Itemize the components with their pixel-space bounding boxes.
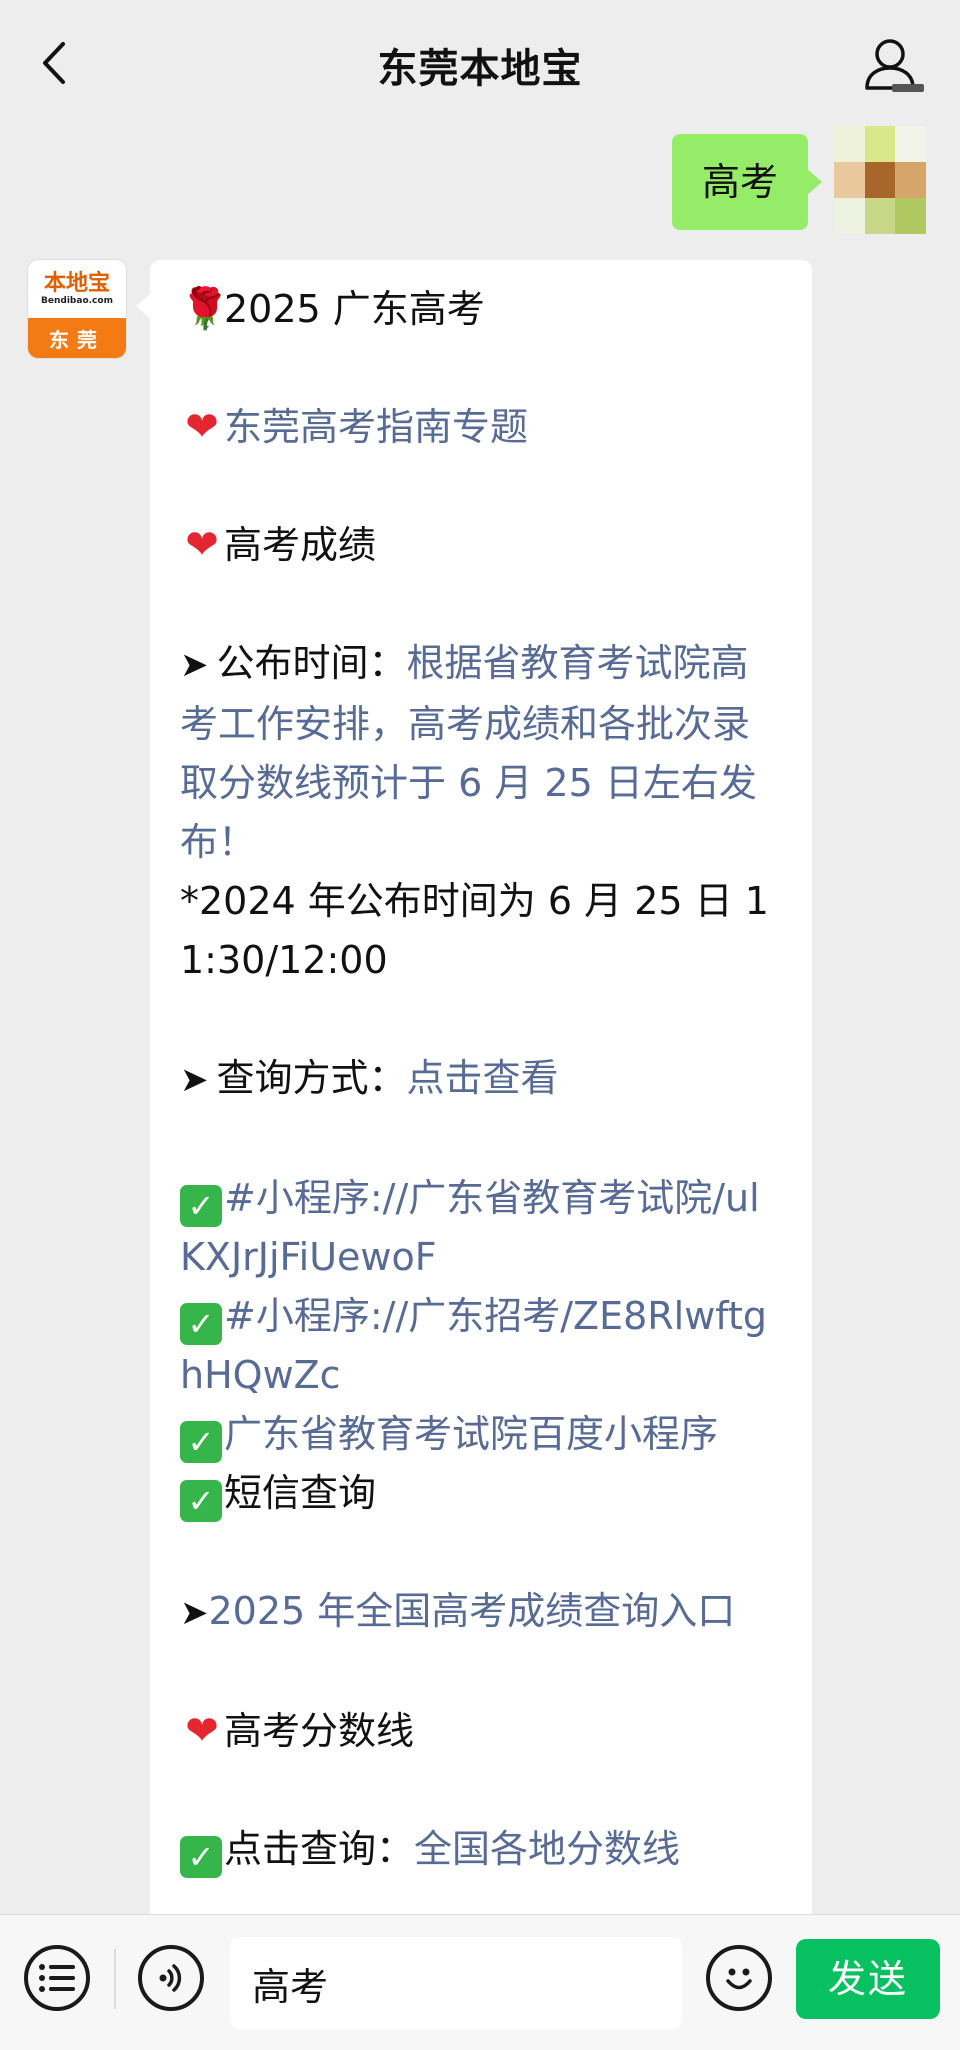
message-title: 2025 广东高考 — [224, 287, 485, 331]
arrow-icon: ➤ — [180, 1593, 209, 1633]
query-label: 查询方式： — [216, 1056, 407, 1100]
guide-link[interactable]: 东莞高考指南专题 — [224, 405, 528, 449]
query-method-line: ➤ 查询方式：点击查看 — [180, 1049, 782, 1110]
cutoff-query-line: ✓ 点击查询：全国各地分数线 — [180, 1820, 782, 1879]
check-icon: ✓ — [180, 1480, 222, 1522]
chat-area[interactable]: 高考 本地宝 Bendibao.com 东莞 🌹2025 广东高考 ❤ 东莞高考指… — [0, 126, 960, 1914]
check-icon: ✓ — [180, 1303, 222, 1345]
national-query-line: ➤2025 年全国高考成绩查询入口 — [180, 1582, 782, 1643]
guide-line: ❤ 东莞高考指南专题 — [180, 398, 782, 457]
mini-program-line-2: ✓ #小程序://广东招考/ZE8RlwftghHQwZc — [180, 1287, 782, 1405]
logo-city-label: 东莞 — [28, 318, 126, 358]
mini-program-line-1: ✓ #小程序://广东省教育考试院/ulKXJrJjFiUewoF — [180, 1169, 782, 1287]
arrow-icon: ➤ — [180, 645, 209, 685]
check-icon: ✓ — [180, 1185, 222, 1227]
bot-avatar[interactable]: 本地宝 Bendibao.com 东莞 — [28, 260, 126, 358]
heart-icon: ❤ — [185, 522, 219, 568]
mini-program-link-2[interactable]: #小程序://广东招考/ZE8RlwftghHQwZc — [180, 1294, 767, 1397]
publish-note: *2024 年公布时间为 6 月 25 日 11:30/12:00 — [180, 879, 769, 982]
sms-query-line: ✓ 短信查询 — [180, 1464, 782, 1523]
top-bar: 东莞本地宝 — [0, 0, 960, 126]
rose-icon: 🌹 — [180, 286, 230, 332]
user-icon — [865, 39, 924, 92]
heart-icon: ❤ — [185, 1708, 219, 1754]
input-bar: 发送 — [0, 1914, 960, 2050]
mini-program-link-1[interactable]: #小程序://广东省教育考试院/ulKXJrJjFiUewoF — [180, 1176, 760, 1279]
cutoff-heading: 高考分数线 — [224, 1709, 415, 1753]
user-avatar[interactable] — [834, 126, 926, 234]
emoji-button[interactable] — [706, 1945, 772, 2011]
user-message-bubble[interactable]: 高考 — [671, 134, 823, 230]
profile-button[interactable] — [862, 36, 928, 96]
cutoff-link[interactable]: 全国各地分数线 — [414, 1827, 680, 1871]
score-heading: 高考成绩 — [224, 523, 377, 567]
send-button[interactable]: 发送 — [796, 1939, 940, 2019]
sms-query-text: 短信查询 — [224, 1471, 377, 1515]
page-title: 东莞本地宝 — [377, 46, 583, 92]
cutoff-heading-line: ❤ 高考分数线 — [180, 1702, 782, 1761]
check-icon: ✓ — [180, 1421, 222, 1463]
divider — [114, 1949, 116, 2009]
menu-button[interactable] — [24, 1945, 90, 2011]
cutoff-label: 点击查询： — [224, 1827, 415, 1871]
national-query-link[interactable]: 2025 年全国高考成绩查询入口 — [209, 1589, 736, 1633]
list-icon — [39, 1964, 75, 1992]
score-heading-line: ❤ 高考成绩 — [180, 516, 782, 575]
check-icon: ✓ — [180, 1836, 222, 1878]
voice-button[interactable] — [138, 1945, 204, 2011]
message-input[interactable] — [230, 1937, 682, 2029]
publish-label: 公布时间： — [216, 641, 407, 685]
arrow-icon: ➤ — [180, 1060, 209, 1100]
publish-time-paragraph: ➤ 公布时间：根据省教育考试院高考工作安排，高考成绩和各批次录取分数线预计于 6 … — [180, 634, 782, 872]
bot-message-bubble: 🌹2025 广东高考 ❤ 东莞高考指南专题 ❤ 高考成绩 ➤ 公布时间：根据省教育考试… — [136, 260, 812, 1914]
voice-icon — [159, 1964, 182, 1992]
emoji-icon — [726, 1968, 752, 1990]
bendibao-logo: 本地宝 Bendibao.com — [41, 270, 113, 306]
baidu-program-link[interactable]: 广东省教育考试院百度小程序 — [224, 1412, 718, 1456]
heart-icon: ❤ — [185, 404, 219, 450]
baidu-program-line: ✓ 广东省教育考试院百度小程序 — [180, 1405, 782, 1464]
query-link[interactable]: 点击查看 — [407, 1056, 559, 1100]
message-title-line: 🌹2025 广东高考 — [180, 280, 782, 339]
